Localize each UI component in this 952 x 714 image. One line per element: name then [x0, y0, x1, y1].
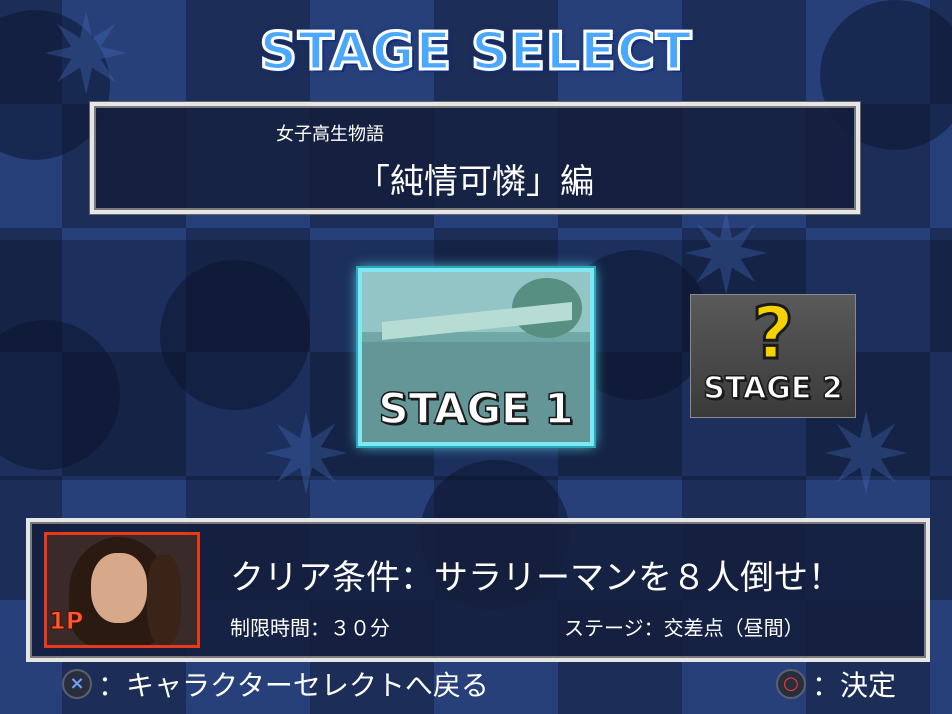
bg-star: ✷: [260, 391, 353, 519]
character-portrait: 1P: [44, 532, 200, 648]
stage-2-label: STAGE 2: [703, 370, 844, 407]
portrait-ponytail: [147, 555, 181, 645]
confirm-label: ：決定: [812, 669, 897, 702]
stage-1-label: STAGE 1: [378, 383, 575, 434]
stage-1-card[interactable]: STAGE 1: [358, 268, 594, 446]
stage-2-card[interactable]: ? STAGE 2: [690, 294, 856, 418]
portrait-face: [91, 553, 147, 623]
time-limit: 制限時間：３０分: [230, 616, 390, 640]
clear-condition: クリア条件：サラリーマンを８人倒せ！: [230, 558, 842, 598]
back-label: ：キャラクターセレクトへ戻る: [98, 669, 489, 702]
stage-location: ステージ：交差点（昼間）: [564, 616, 804, 640]
scenario-chapter: 「純情可憐」編: [356, 162, 594, 202]
back-hint[interactable]: × ：キャラクターセレクトへ戻る: [62, 664, 489, 704]
player-badge: 1P: [48, 607, 84, 636]
confirm-hint[interactable]: ○ ：決定: [776, 664, 896, 704]
cross-button-icon: ×: [62, 669, 92, 699]
question-mark-icon: ?: [751, 291, 796, 375]
bg-orb: [160, 260, 310, 410]
scenario-subtitle: 女子高生物語: [276, 124, 384, 145]
scenario-panel: 女子高生物語 「純情可憐」編: [90, 102, 860, 214]
stage-details-panel: 1P クリア条件：サラリーマンを８人倒せ！ 制限時間：３０分 ステージ：交差点（…: [26, 518, 930, 662]
circle-button-icon: ○: [776, 669, 806, 699]
page-title: STAGE SELECT: [258, 21, 693, 84]
